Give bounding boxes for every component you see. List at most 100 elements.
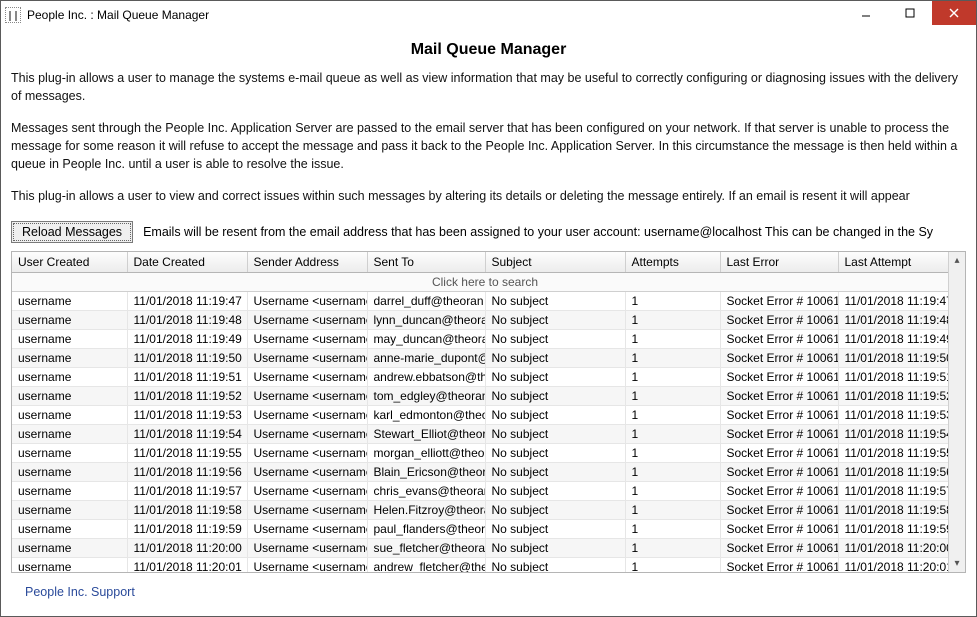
col-header-sent-to[interactable]: Sent To xyxy=(367,252,485,273)
cell-date-created: 11/01/2018 11:19:53 xyxy=(127,405,247,424)
col-header-attempts[interactable]: Attempts xyxy=(625,252,720,273)
cell-attempts: 1 xyxy=(625,291,720,310)
col-header-last-error[interactable]: Last Error xyxy=(720,252,838,273)
cell-sent-to: paul_flanders@theor xyxy=(367,519,485,538)
table-row[interactable]: username11/01/2018 11:19:48Username <use… xyxy=(12,310,948,329)
table-row[interactable]: username 11/01/2018 11:19:52 Username <use… xyxy=(12,386,948,405)
cell-user-created: username xyxy=(12,386,127,405)
table-row[interactable]: username11/01/2018 11:19:51Username <use… xyxy=(12,367,948,386)
table-row[interactable]: username11/01/2018 11:19:54Username <use… xyxy=(12,424,948,443)
col-header-date-created[interactable]: Date Created xyxy=(127,252,247,273)
cell-last-attempt: 11/01/2018 11:19:52 xyxy=(838,386,948,405)
cell-sender-address: Username <username xyxy=(247,348,367,367)
close-button[interactable] xyxy=(932,1,976,25)
cell-subject: No subject xyxy=(485,443,625,462)
cell-sent-to: chris_evans@theoran xyxy=(367,481,485,500)
scroll-track[interactable] xyxy=(949,269,965,555)
cell-last-attempt: 11/01/2018 11:19:54 xyxy=(838,424,948,443)
col-header-sender-address[interactable]: Sender Address xyxy=(247,252,367,273)
titlebar[interactable]: People Inc. : Mail Queue Manager xyxy=(1,1,976,29)
cell-sender-address: Username <username xyxy=(247,386,367,405)
cell-user-created: username xyxy=(12,348,127,367)
cell-last-error: Socket Error # 10061 xyxy=(720,405,838,424)
intro-text: This plug-in allows a user to manage the… xyxy=(11,69,966,217)
client-area: Mail Queue Manager This plug-in allows a… xyxy=(1,29,976,616)
cell-subject: No subject xyxy=(485,500,625,519)
close-icon xyxy=(949,8,959,18)
cell-last-attempt: 11/01/2018 11:19:51 xyxy=(838,367,948,386)
cell-sent-to: lynn_duncan@theora xyxy=(367,310,485,329)
cell-attempts: 1 xyxy=(625,348,720,367)
cell-subject: No subject xyxy=(485,367,625,386)
cell-subject: No subject xyxy=(485,519,625,538)
cell-last-error: Socket Error # 10061 xyxy=(720,310,838,329)
cell-attempts: 1 xyxy=(625,367,720,386)
col-header-subject[interactable]: Subject xyxy=(485,252,625,273)
cell-last-attempt: 11/01/2018 11:19:58 xyxy=(838,500,948,519)
table-row[interactable]: username11/01/2018 11:19:55Username <use… xyxy=(12,443,948,462)
page-title: Mail Queue Manager xyxy=(11,41,966,59)
table-row[interactable]: username11/01/2018 11:19:53Username <use… xyxy=(12,405,948,424)
vertical-scrollbar[interactable]: ▴ ▾ xyxy=(948,252,965,572)
cell-attempts: 1 xyxy=(625,443,720,462)
minimize-button[interactable] xyxy=(844,1,888,25)
app-icon xyxy=(5,7,21,23)
cell-sent-to: sue_fletcher@theoran xyxy=(367,538,485,557)
table-row[interactable]: username11/01/2018 11:20:00Username <use… xyxy=(12,538,948,557)
cell-sent-to: darrel_duff@theoran xyxy=(367,291,485,310)
maximize-icon xyxy=(905,8,915,18)
app-window: People Inc. : Mail Queue Manager Mail Qu… xyxy=(0,0,977,617)
cell-subject: No subject xyxy=(485,291,625,310)
table-row[interactable]: username11/01/2018 11:19:50Username <use… xyxy=(12,348,948,367)
table-row[interactable]: username11/01/2018 11:19:57Username <use… xyxy=(12,481,948,500)
col-header-last-attempt[interactable]: Last Attempt xyxy=(838,252,948,273)
cell-sent-to: Stewart_Elliot@theor xyxy=(367,424,485,443)
cell-last-error: Socket Error # 10061 xyxy=(720,500,838,519)
cell-date-created: 11/01/2018 11:20:00 xyxy=(127,538,247,557)
cell-last-error: Socket Error # 10061 xyxy=(720,481,838,500)
cell-date-created: 11/01/2018 11:20:01 xyxy=(127,557,247,572)
table-row[interactable]: username11/01/2018 11:19:49Username <use… xyxy=(12,329,948,348)
reload-messages-button[interactable]: Reload Messages xyxy=(11,221,133,243)
maximize-button[interactable] xyxy=(888,1,932,25)
cell-last-attempt: 11/01/2018 11:20:00 xyxy=(838,538,948,557)
support-link[interactable]: People Inc. Support xyxy=(25,585,135,599)
table-row[interactable]: username11/01/2018 11:19:58Username <use… xyxy=(12,500,948,519)
cell-user-created: username xyxy=(12,310,127,329)
cell-last-error: Socket Error # 10061 xyxy=(720,386,838,405)
table-row[interactable]: username11/01/2018 11:20:01Username <use… xyxy=(12,557,948,572)
cell-sent-to: anne-marie_dupont@ xyxy=(367,348,485,367)
cell-last-error: Socket Error # 10061 xyxy=(720,519,838,538)
grid-search-row[interactable]: Click here to search xyxy=(12,272,948,291)
cell-date-created: 11/01/2018 11:19:57 xyxy=(127,481,247,500)
cell-sender-address: Username <username xyxy=(247,329,367,348)
table-row[interactable]: username11/01/2018 11:19:56Username <use… xyxy=(12,462,948,481)
cell-subject: No subject xyxy=(485,386,625,405)
cell-attempts: 1 xyxy=(625,481,720,500)
window-controls xyxy=(844,1,976,29)
table-row[interactable]: username11/01/2018 11:19:59Username <use… xyxy=(12,519,948,538)
cell-last-error: Socket Error # 10061 xyxy=(720,291,838,310)
cell-user-created: username xyxy=(12,481,127,500)
cell-subject: No subject xyxy=(485,557,625,572)
cell-sender-address: Username <username xyxy=(247,538,367,557)
cell-attempts: 1 xyxy=(625,329,720,348)
cell-last-attempt: 11/01/2018 11:19:55 xyxy=(838,443,948,462)
cell-sender-address: Username <username xyxy=(247,405,367,424)
cell-subject: No subject xyxy=(485,310,625,329)
window-title: People Inc. : Mail Queue Manager xyxy=(27,8,209,22)
scroll-down-icon[interactable]: ▾ xyxy=(949,555,965,572)
cell-last-error: Socket Error # 10061 xyxy=(720,424,838,443)
cell-last-error: Socket Error # 10061 xyxy=(720,462,838,481)
cell-date-created: 11/01/2018 11:19:58 xyxy=(127,500,247,519)
col-header-user-created[interactable]: User Created xyxy=(12,252,127,273)
cell-subject: No subject xyxy=(485,424,625,443)
action-row: Reload Messages Emails will be resent fr… xyxy=(11,217,966,247)
intro-para-3: This plug-in allows a user to view and c… xyxy=(11,187,966,205)
table-row[interactable]: username11/01/2018 11:19:47Username <use… xyxy=(12,291,948,310)
cell-sent-to: karl_edmonton@theo xyxy=(367,405,485,424)
scroll-up-icon[interactable]: ▴ xyxy=(949,252,965,269)
cell-sent-to: Blain_Ericson@theora xyxy=(367,462,485,481)
cell-subject: No subject xyxy=(485,405,625,424)
cell-sender-address: Username <username xyxy=(247,424,367,443)
